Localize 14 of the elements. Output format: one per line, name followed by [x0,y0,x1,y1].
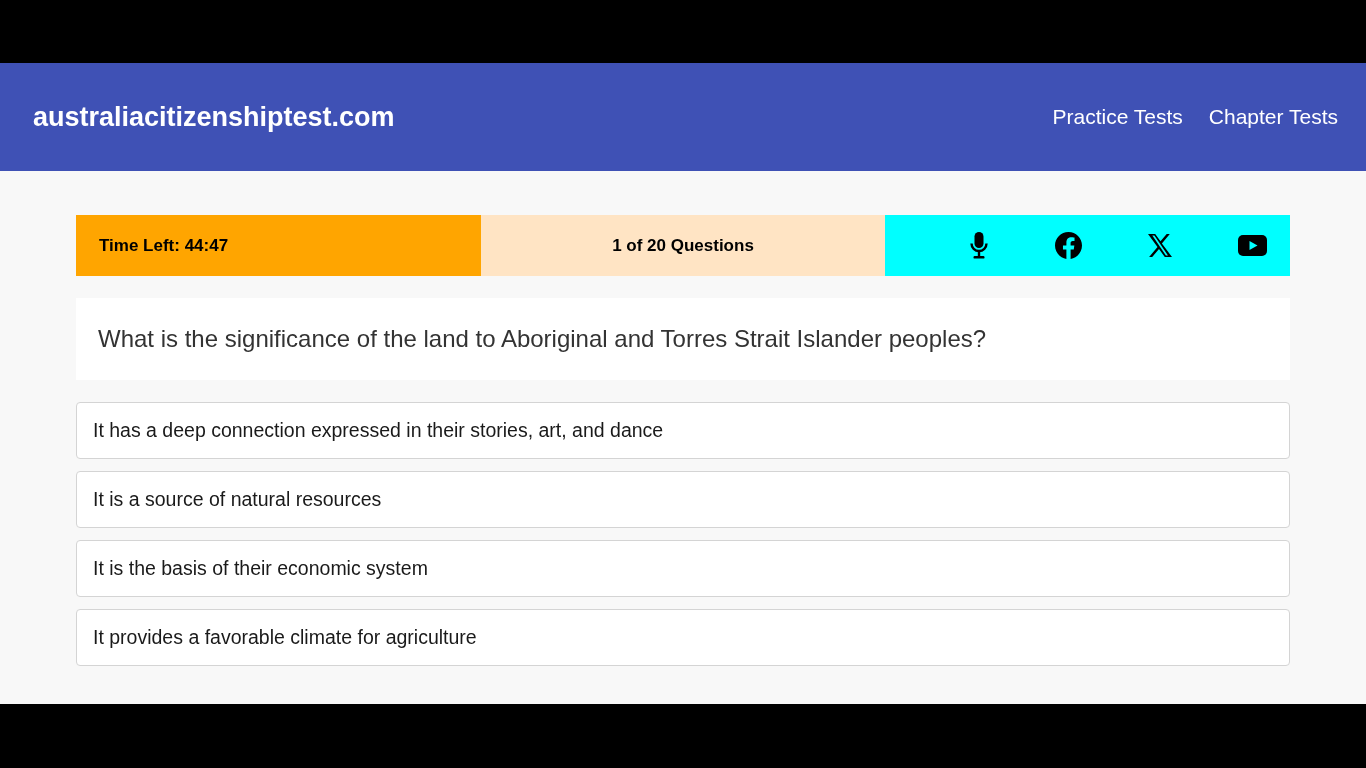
facebook-icon[interactable] [1054,232,1082,259]
answer-option[interactable]: It is a source of natural resources [76,471,1290,528]
answer-option[interactable]: It provides a favorable climate for agriculture [76,609,1290,666]
x-logo-icon[interactable] [1147,234,1172,257]
question-text: What is the significance of the land to Aboriginal and Torres Strait Islander peoples? [98,324,987,354]
question-counter: 1 of 20 Questions [612,234,754,257]
answer-option[interactable]: It is the basis of their economic system [76,540,1290,597]
nav-link[interactable]: Practice Tests [1052,101,1183,133]
nav-link[interactable]: Chapter Tests [1208,101,1338,133]
timer-text: Time Left: 44:47 [99,234,229,257]
video-play-icon[interactable] [1238,235,1267,256]
site-logo[interactable]: australiacitizenshiptest.com [33,96,395,138]
microphone-icon[interactable] [970,232,989,259]
answer-option[interactable]: It has a deep connection expressed in their stories, art, and dance [76,402,1290,459]
